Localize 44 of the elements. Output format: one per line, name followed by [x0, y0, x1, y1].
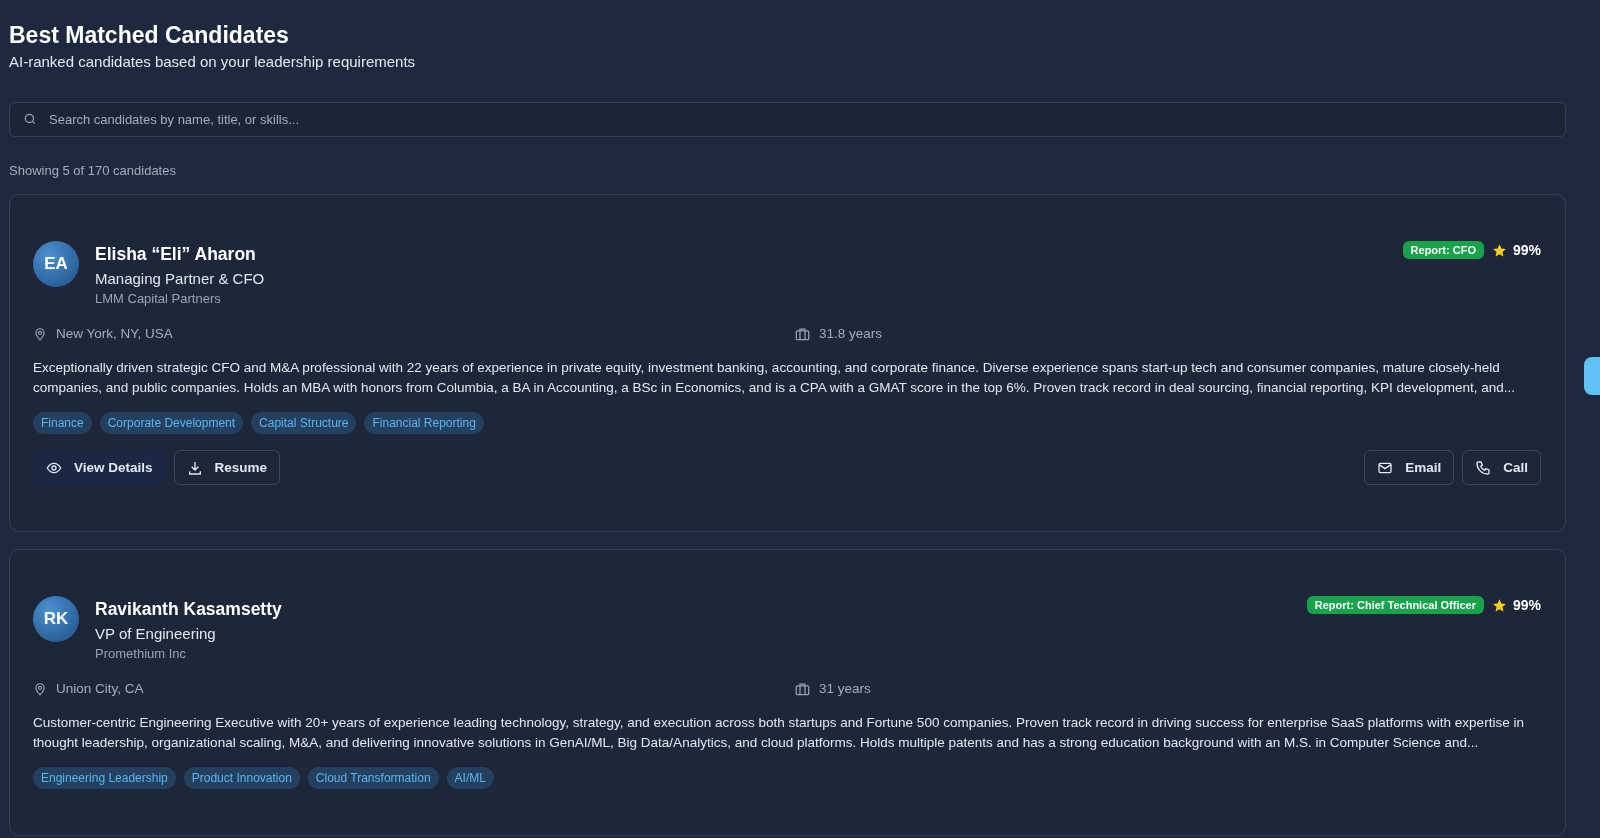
briefcase-icon: [795, 326, 810, 341]
call-button[interactable]: Call: [1462, 450, 1541, 485]
briefcase-icon: [795, 681, 810, 696]
resume-button[interactable]: Resume: [173, 450, 281, 485]
avatar: EA: [33, 241, 79, 287]
location-pin-icon: [33, 681, 47, 696]
skill-tag: Product Innovation: [183, 767, 300, 789]
experience-text: 31.8 years: [819, 326, 883, 341]
skill-tag: Capital Structure: [251, 412, 357, 434]
star-icon: [1491, 242, 1507, 258]
search-icon: [23, 112, 37, 126]
match-score: 99%: [1512, 242, 1541, 258]
skill-tag: Cloud Transformation: [307, 767, 439, 789]
match-score: 99%: [1512, 597, 1541, 613]
job-title: Managing Partner & CFO: [95, 270, 266, 287]
email-button[interactable]: Email: [1364, 450, 1455, 485]
side-tab[interactable]: [1584, 357, 1600, 395]
phone-icon: [1475, 459, 1492, 476]
candidate-name: Ravikanth Kasamsetty: [95, 599, 283, 620]
report-badge: Report: Chief Technical Officer: [1306, 596, 1484, 614]
search-field[interactable]: Search candidates by name, title, or skills...: [9, 102, 1566, 137]
location-pin-icon: [33, 326, 47, 341]
location-text: Union City, CA: [56, 681, 144, 696]
skill-tag: AI/ML: [446, 767, 494, 789]
skill-tag: Finance: [33, 412, 92, 434]
avatar: RK: [33, 596, 79, 642]
company-name: LMM Capital Partners: [95, 291, 222, 306]
skill-tag: Engineering Leadership: [33, 767, 176, 789]
download-icon: [186, 459, 203, 476]
candidate-summary: Exceptionally driven strategic CFO and M&A professional with 22 years of experience in private equity, investment banking, accounting, and corporate finance. Diverse experience spans start-up tech and consumer companies, mature closely-held companies, and public companies. Holds an MBA with honors from Columbia, a BA in Accounting, a BSc in Economics, and is a CPA with a GMAT score in the top 6%. Proven track record in deal sourcing, financial reporting, KPI development, and...: [33, 359, 1516, 397]
company-name: Promethium Inc: [95, 646, 188, 661]
view-details-button[interactable]: View Details: [33, 450, 166, 485]
job-title: VP of Engineering: [95, 625, 217, 642]
candidate-summary: Customer-centric Engineering Executive with 20+ years of experience leading technology, strategy, and execution across both startups and Fortune 500 companies. Proven track record in driving success for enterprise SaaS platforms with expertise in thought leadership, organizational scaling, M&A, and delivering innovative solutions in GenAI/ML, Big Data/Analytics, and cloud platforms. Holds multiple patents and has a strong education background with an M.S. in Computer Science and...: [33, 714, 1525, 752]
report-badge: Report: CFO: [1402, 241, 1484, 259]
result-count: Showing 5 of 170 candidates: [9, 163, 177, 178]
skill-tag: Financial Reporting: [364, 412, 484, 434]
star-icon: [1491, 597, 1507, 613]
location-text: New York, NY, USA: [56, 326, 173, 341]
candidate-name: Elisha “Eli” Aharon: [95, 244, 257, 265]
experience-text: 31 years: [819, 681, 871, 696]
skill-tag: Corporate Development: [99, 412, 244, 434]
page-subtitle: AI-ranked candidates based on your leadership requirements: [9, 53, 417, 70]
page-title: Best Matched Candidates: [9, 22, 290, 49]
